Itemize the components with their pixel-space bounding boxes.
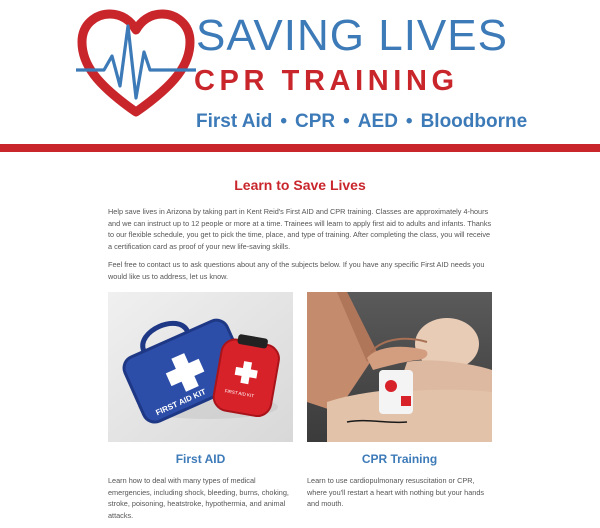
intro-paragraph-1: Help save lives in Arizona by taking par… [108,207,492,251]
cpr-training-photo [307,292,492,442]
brand-tagline: First Aid • CPR • AED • Bloodborne [196,110,527,134]
tagline-cpr: CPR [295,111,336,132]
card-text-first-aid: Learn how to deal with many types of med… [108,476,289,520]
intro-section: Learn to Save Lives Help save lives in A… [108,176,492,290]
header-divider [0,144,600,152]
tagline-separator: • [405,111,413,132]
tagline-first-aid: First Aid [196,111,273,132]
brand-title: SAVING LIVES [196,11,508,60]
tagline-bloodborne: Bloodborne [420,111,528,132]
service-cards: FIRST AID KIT FIRST AID KIT First AID Le… [108,292,492,528]
card-cpr-training: CPR Training Learn to use cardiopulmonar… [307,292,492,510]
card-title-cpr-training: CPR Training [361,452,438,466]
card-title-first-aid: First AID [175,452,226,466]
card-text-cpr-training: Learn to use cardiopulmonary resuscitati… [307,476,485,509]
site-header: SAVING LIVES CPR TRAINING First Aid • CPR •… [0,0,600,152]
tagline-separator: • [280,111,288,132]
heart-heartbeat-icon [76,9,196,117]
card-first-aid: FIRST AID KIT FIRST AID KIT First AID Le… [108,292,293,521]
section-title: Learn to Save Lives [234,177,366,193]
intro-paragraph-2: Feel free to contact us to ask questions… [108,260,485,281]
tagline-separator: • [343,111,350,132]
tagline-aed: AED [357,111,398,132]
brand-subtitle: CPR TRAINING [194,65,459,97]
first-aid-kit-photo: FIRST AID KIT FIRST AID KIT [108,292,293,442]
